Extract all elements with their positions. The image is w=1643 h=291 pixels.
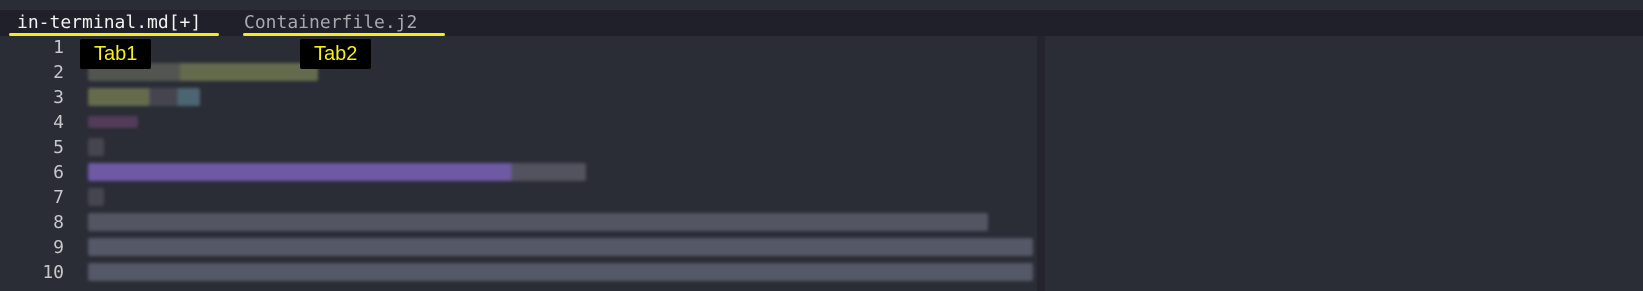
line-number-2: 2 <box>53 62 64 83</box>
annotation-tab1: Tab1 <box>80 39 152 69</box>
editor-pane-left[interactable]: 1 2 3 4 5 6 7 8 9 10 <box>0 36 1037 291</box>
redacted-line-7 <box>88 188 104 206</box>
line-number-10: 10 <box>42 262 64 283</box>
split-divider[interactable] <box>1037 36 1045 291</box>
line-number-4: 4 <box>53 112 64 133</box>
redacted-line-10 <box>88 263 1033 281</box>
editor-pane-right[interactable] <box>1045 36 1643 291</box>
redacted-line-8 <box>88 213 988 231</box>
line-number-9: 9 <box>53 237 64 258</box>
line-number-6: 6 <box>53 162 64 183</box>
line-number-7: 7 <box>53 187 64 208</box>
annotation-tab2: Tab2 <box>300 39 372 69</box>
line-number-3: 3 <box>53 87 64 108</box>
redacted-line-6 <box>88 163 586 181</box>
redacted-line-9 <box>88 238 1033 256</box>
line-number-5: 5 <box>53 137 64 158</box>
redacted-line-5 <box>88 138 104 156</box>
line-number-8: 8 <box>53 212 64 233</box>
redacted-line-3 <box>88 88 200 106</box>
redacted-line-4 <box>88 116 138 128</box>
line-number-1: 1 <box>53 37 64 58</box>
